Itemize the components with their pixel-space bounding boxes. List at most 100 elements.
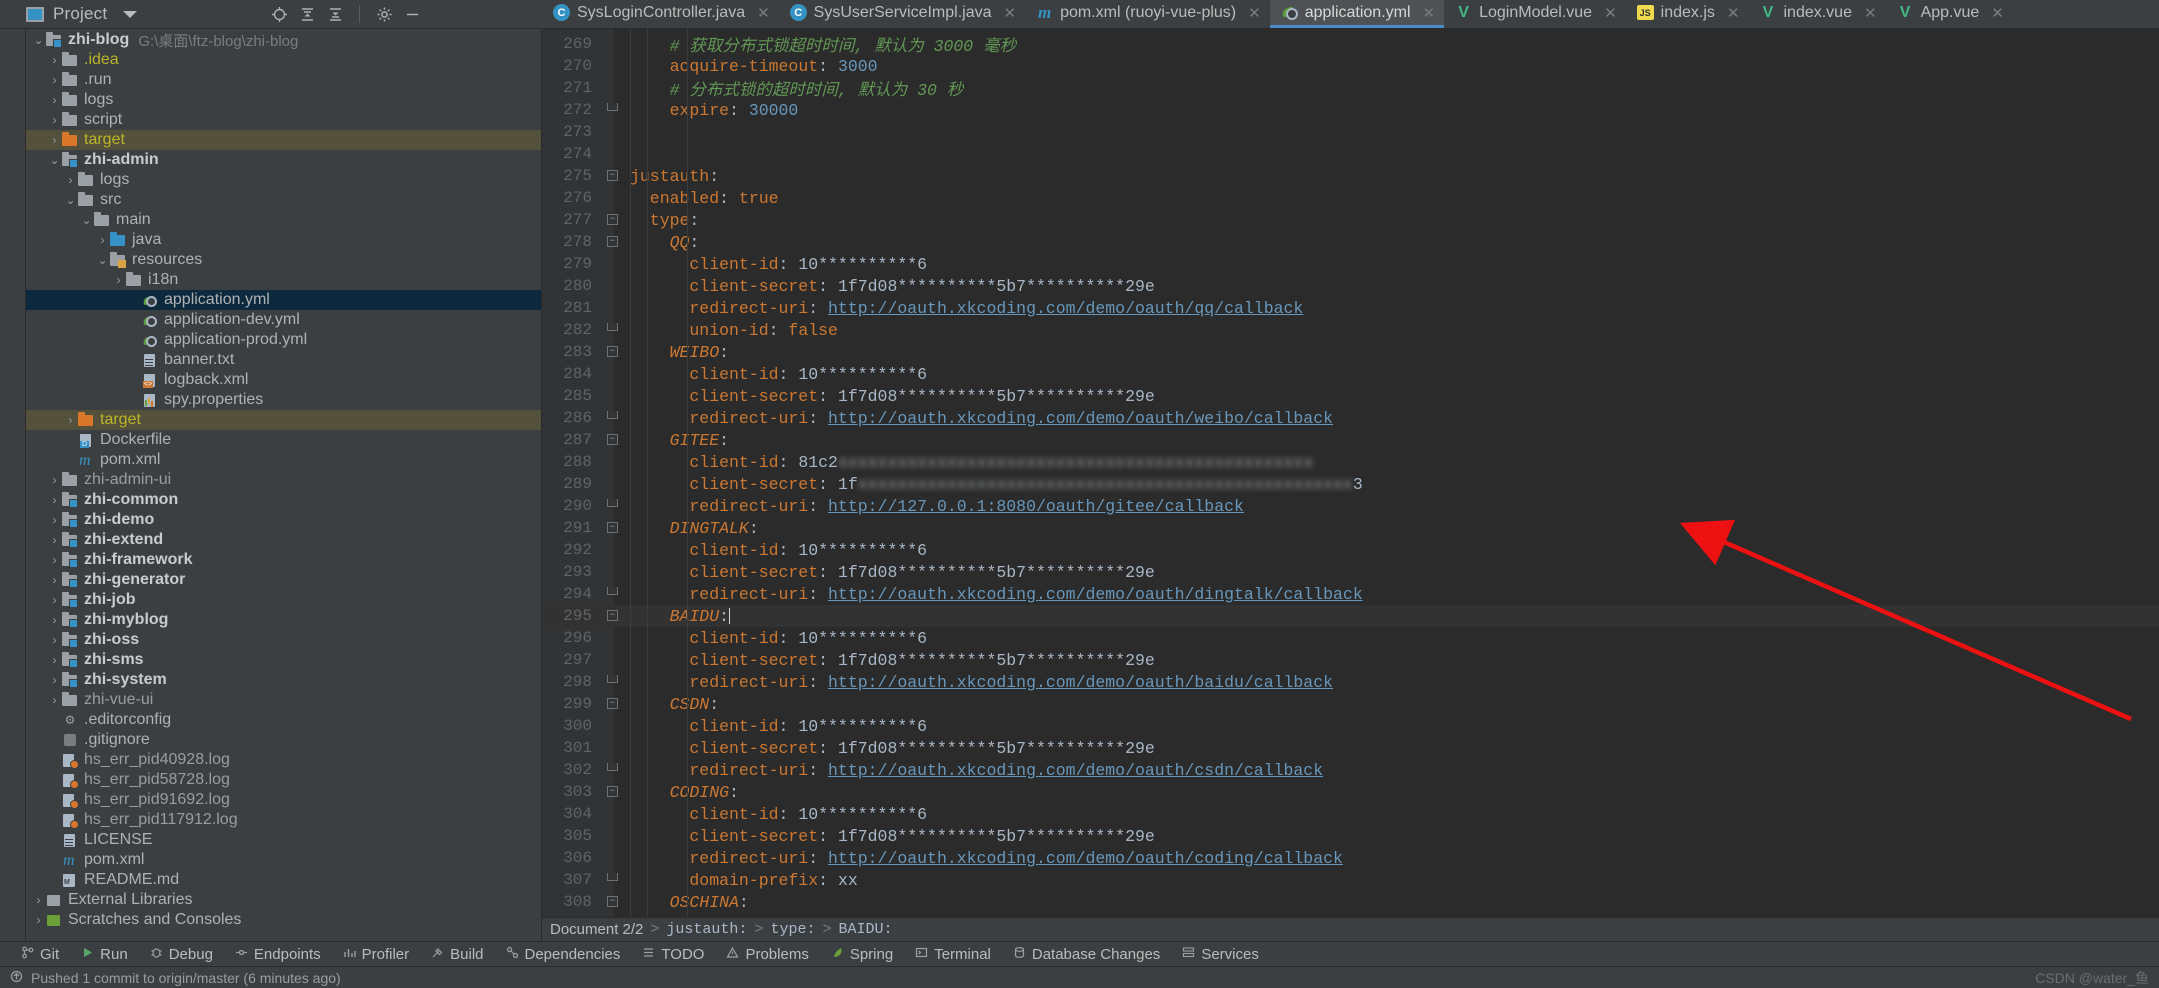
chevron-down-icon[interactable]: ⌄ [80, 214, 93, 226]
fold-collapse-icon[interactable]: − [607, 346, 618, 357]
code-line[interactable]: 308 − OSCHINA: [542, 891, 2159, 913]
tree-node-hs-err-pid40928-log[interactable]: hs_err_pid40928.log [26, 750, 541, 770]
tool-window-button-profiler[interactable]: Profiler [332, 942, 421, 967]
chevron-right-icon[interactable]: › [64, 174, 77, 186]
tree-node-application-dev-yml[interactable]: application-dev.yml [26, 310, 541, 330]
fold-gutter[interactable]: − [602, 429, 624, 451]
tree-node-run[interactable]: › .run [26, 70, 541, 90]
tree-node-spy-properties[interactable]: spy.properties [26, 390, 541, 410]
fold-gutter[interactable] [602, 495, 624, 517]
code-line[interactable]: 304 client-id: 10**********6 [542, 803, 2159, 825]
close-icon[interactable]: ✕ [1727, 4, 1740, 22]
fold-gutter[interactable] [602, 275, 624, 297]
fold-gutter[interactable] [602, 319, 624, 341]
fold-collapse-icon[interactable]: − [607, 236, 618, 247]
code-line[interactable]: 283− WEIBO: [542, 341, 2159, 363]
tree-node-license[interactable]: LICENSE [26, 830, 541, 850]
fold-gutter[interactable] [602, 99, 624, 121]
tool-window-button-database-changes[interactable]: Database Changes [1002, 942, 1171, 967]
tree-node-external-libraries[interactable]: › External Libraries [26, 890, 541, 910]
fold-gutter[interactable] [602, 671, 624, 693]
chevron-right-icon[interactable]: › [112, 274, 125, 286]
fold-gutter[interactable] [602, 385, 624, 407]
fold-gutter[interactable]: − [602, 165, 624, 187]
collapse-all-icon[interactable] [323, 2, 347, 26]
fold-gutter[interactable] [602, 297, 624, 319]
fold-gutter[interactable] [602, 869, 624, 891]
fold-gutter[interactable] [602, 121, 624, 143]
tree-node-readme-md[interactable]: README.md [26, 870, 541, 890]
code-line[interactable]: 289 client-secret: 1fxxxxxxxxxxxxxxxxxxxx… [542, 473, 2159, 495]
tree-node-zhi-system[interactable]: › zhi-system [26, 670, 541, 690]
editor-tab-pom-xml-ruoyi-vue-plus[interactable]: m pom.xml (ruoyi-vue-plus) ✕ [1025, 0, 1270, 28]
code-line[interactable]: 281 redirect-uri: http://oauth.xkcoding.c… [542, 297, 2159, 319]
tree-node-target[interactable]: › target [26, 130, 541, 150]
chevron-right-icon[interactable]: › [48, 554, 61, 566]
tree-node-zhi-framework[interactable]: › zhi-framework [26, 550, 541, 570]
fold-gutter[interactable] [602, 715, 624, 737]
tree-node-idea[interactable]: › .idea [26, 50, 541, 70]
tree-node-zhi-demo[interactable]: › zhi-demo [26, 510, 541, 530]
chevron-right-icon[interactable]: › [48, 534, 61, 546]
tree-node-zhi-oss[interactable]: › zhi-oss [26, 630, 541, 650]
tree-node-zhi-job[interactable]: › zhi-job [26, 590, 541, 610]
code-line[interactable]: 277− type: [542, 209, 2159, 231]
tool-window-button-run[interactable]: Run [70, 942, 139, 967]
code-line[interactable]: 284 client-id: 10**********6 [542, 363, 2159, 385]
code-line[interactable]: 296 client-id: 10**********6 [542, 627, 2159, 649]
fold-gutter[interactable] [602, 33, 624, 55]
code-line[interactable]: 295− BAIDU: [542, 605, 2159, 627]
fold-gutter[interactable]: − [602, 891, 624, 913]
fold-gutter[interactable] [602, 825, 624, 847]
editor-tab-app-vue[interactable]: V App.vue ✕ [1886, 0, 2013, 28]
chevron-right-icon[interactable]: › [48, 474, 61, 486]
chevron-down-icon[interactable]: ⌄ [96, 254, 109, 266]
tree-node-gitignore[interactable]: .gitignore [26, 730, 541, 750]
editor-tab-syslogincontroller-java[interactable]: C SysLoginController.java ✕ [542, 0, 779, 28]
code-line[interactable]: 273 [542, 121, 2159, 143]
code-line[interactable]: 298 redirect-uri: http://oauth.xkcoding.c… [542, 671, 2159, 693]
editor-tab-index-js[interactable]: JS index.js ✕ [1626, 0, 1749, 28]
tree-node-zhi-generator[interactable]: › zhi-generator [26, 570, 541, 590]
fold-gutter[interactable]: − [602, 341, 624, 363]
code-line[interactable]: 306 redirect-uri: http://oauth.xkcoding.c… [542, 847, 2159, 869]
code-line[interactable]: 278 − QQ: [542, 231, 2159, 253]
close-icon[interactable]: ✕ [1248, 4, 1261, 22]
tool-window-button-dependencies[interactable]: Dependencies [495, 942, 632, 967]
tree-node-scratches-and-consoles[interactable]: › Scratches and Consoles [26, 910, 541, 930]
code-line[interactable]: 305 client-secret: 1f7d08**********5b7***… [542, 825, 2159, 847]
editor-tab-index-vue[interactable]: Vindex.vue ✕ [1748, 0, 1885, 28]
chevron-right-icon[interactable]: › [48, 494, 61, 506]
tree-node-i18n[interactable]: › i18n [26, 270, 541, 290]
tree-node-hs-err-pid91692-log[interactable]: hs_err_pid91692.log [26, 790, 541, 810]
tree-node-application-yml[interactable]: application.yml [26, 290, 541, 310]
chevron-right-icon[interactable]: › [48, 514, 61, 526]
code-line[interactable]: 279 client-id: 10**********6 [542, 253, 2159, 275]
close-icon[interactable]: ✕ [1991, 4, 2004, 22]
close-icon[interactable]: ✕ [757, 4, 770, 22]
close-icon[interactable]: ✕ [1423, 4, 1436, 22]
fold-gutter[interactable]: − [602, 231, 624, 253]
tool-window-button-git[interactable]: Git [10, 942, 70, 967]
chevron-right-icon[interactable]: › [64, 414, 77, 426]
fold-gutter[interactable] [602, 55, 624, 77]
tree-node-logs[interactable]: › logs [26, 90, 541, 110]
tree-node-logback-xml[interactable]: logback.xml [26, 370, 541, 390]
breadcrumb-item-justauth[interactable]: justauth: [666, 921, 747, 938]
tool-window-button-terminal[interactable]: Terminal [904, 942, 1002, 967]
tool-window-button-todo[interactable]: TODO [631, 942, 715, 967]
fold-gutter[interactable] [602, 253, 624, 275]
fold-gutter[interactable] [602, 187, 624, 209]
fold-gutter[interactable] [602, 847, 624, 869]
code-line[interactable]: 288 client-id: 81c2xxxxxxxxxxxxxxxxxxxxxx… [542, 451, 2159, 473]
chevron-right-icon[interactable]: › [48, 674, 61, 686]
expand-all-icon[interactable] [295, 2, 319, 26]
fold-collapse-icon[interactable]: − [607, 786, 618, 797]
fold-collapse-icon[interactable]: − [607, 698, 618, 709]
code-line[interactable]: 302 redirect-uri: http://oauth.xkcoding.c… [542, 759, 2159, 781]
code-editor[interactable]: 269 # 获取分布式锁超时时间, 默认为 3000 毫秒 270 acquire-t… [542, 29, 2159, 917]
breadcrumb-item-type[interactable]: type: [770, 921, 815, 938]
fold-gutter[interactable] [602, 583, 624, 605]
tool-window-button-problems[interactable]: Problems [715, 942, 819, 967]
tree-node-logs[interactable]: › logs [26, 170, 541, 190]
